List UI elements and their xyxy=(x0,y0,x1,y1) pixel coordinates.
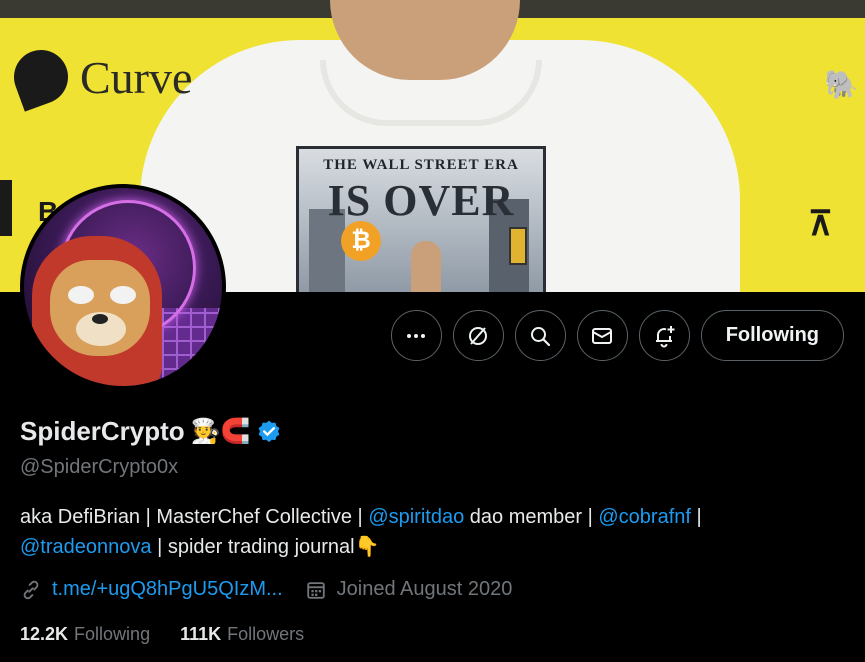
profile-name-row: SpiderCrypto 🧑‍🍳🧲 xyxy=(20,416,282,447)
following-stat[interactable]: 12.2K Following xyxy=(20,624,150,645)
grok-icon xyxy=(469,326,488,345)
sponsor-logo-bar xyxy=(0,180,12,236)
more-horizontal-icon xyxy=(407,333,426,338)
bitcoin-icon: ₿ xyxy=(341,221,381,261)
following-count: 12.2K xyxy=(20,624,69,644)
grok-button[interactable] xyxy=(452,310,504,361)
mention-link[interactable]: @tradeonnova xyxy=(20,536,152,558)
traffic-light xyxy=(509,227,527,265)
search-button[interactable] xyxy=(514,310,566,361)
bell-plus-icon xyxy=(656,325,675,347)
profile-page: Curve B 🐘 ⊼ ₿ THE WALL STREET ERA IS OVE… xyxy=(0,0,865,662)
book-title-line1: THE WALL STREET ERA xyxy=(323,157,519,173)
website-link[interactable]: t.me/+ugQ8hPgU5QIzM... xyxy=(52,578,283,601)
profile-meta: t.me/+ugQ8hPgU5QIzM... Joined August 202… xyxy=(20,578,512,601)
book-title-line2: IS OVER xyxy=(327,176,515,225)
profile-joined: Joined August 2020 xyxy=(305,578,513,601)
calendar-icon xyxy=(306,581,325,599)
more-button[interactable] xyxy=(390,310,442,361)
message-button[interactable] xyxy=(576,310,628,361)
followers-label: Followers xyxy=(227,624,305,644)
link-icon xyxy=(23,580,39,599)
profile-website[interactable]: t.me/+ugQ8hPgU5QIzM... xyxy=(20,578,283,601)
triangle-logo-icon: ⊼ xyxy=(808,205,833,243)
avatar-eye xyxy=(68,286,94,304)
curve-logo-text: Curve xyxy=(80,51,193,103)
notify-button[interactable] xyxy=(638,310,690,361)
name-emojis: 🧑‍🍳🧲 xyxy=(190,417,251,445)
profile-bio: aka DefiBrian | MasterChef Collective | … xyxy=(20,506,702,558)
elephant-logo-icon: 🐘 xyxy=(824,69,859,100)
banner-book: ₿ THE WALL STREET ERA IS OVER xyxy=(296,146,546,292)
envelope-icon xyxy=(592,327,613,344)
followers-stat[interactable]: 111K Followers xyxy=(180,624,304,645)
avatar[interactable] xyxy=(20,184,226,390)
profile-stats: 12.2K Following 111K Followers xyxy=(20,624,304,645)
verified-badge-icon[interactable] xyxy=(256,419,282,445)
avatar-image xyxy=(24,188,222,386)
joined-date: Joined August 2020 xyxy=(336,578,513,600)
mention-link[interactable]: @spiritdao xyxy=(368,506,464,528)
search-icon xyxy=(531,326,551,346)
profile-name: SpiderCrypto xyxy=(20,416,185,446)
curve-logo: Curve xyxy=(6,42,193,112)
avatar-eye xyxy=(110,286,136,304)
curve-logo-mark xyxy=(6,42,76,112)
profile-handle: @SpiderCrypto0x xyxy=(20,456,179,478)
following-label: Following xyxy=(74,624,151,644)
following-button[interactable]: Following xyxy=(700,310,844,361)
followers-count: 111K xyxy=(180,624,222,644)
mention-link[interactable]: @cobrafnf xyxy=(598,506,691,528)
profile-actions: Following xyxy=(390,310,844,361)
book-figure xyxy=(411,241,441,292)
